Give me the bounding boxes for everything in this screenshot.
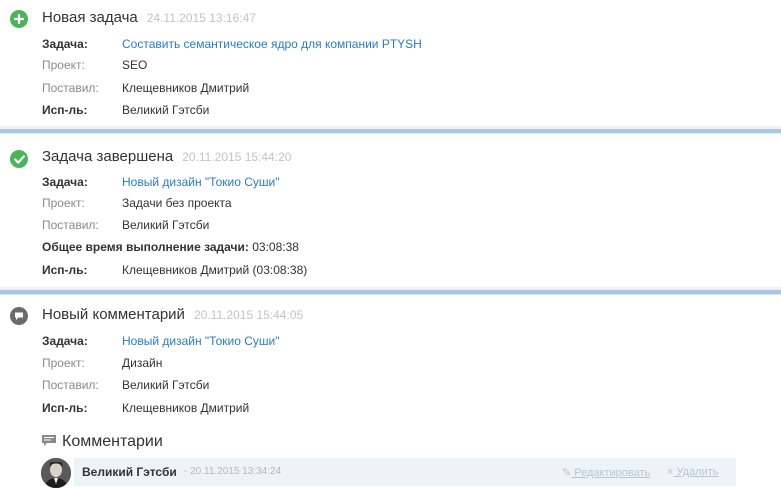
executor-label: Исп-ль: (42, 263, 88, 277)
avatar (41, 458, 71, 488)
total-time-row: Общее время выполнение задачи: 03:08:38 (42, 239, 299, 255)
assigner-value: Клещевников Дмитрий (122, 81, 250, 95)
comment-date: - 20.11.2015 13:34:24 (184, 466, 282, 477)
task-label: Задача: (42, 37, 88, 51)
comment-author: Великий Гэтсби (82, 465, 177, 479)
task-link[interactable]: Новый дизайн "Токио Суши" (122, 174, 279, 190)
comments-title: Комментарии (62, 433, 163, 450)
comments-icon (42, 434, 56, 450)
assigner-value: Великий Гэтсби (122, 218, 210, 232)
feed-item-task-completed: Задача завершена 20.11.2015 15:44:20 Зада… (0, 134, 781, 287)
feed-separator (0, 287, 781, 295)
project-value: Дизайн (122, 356, 163, 370)
feed-item-date: 24.11.2015 13:16:47 (146, 11, 256, 25)
feed-item-date: 20.11.2015 15:44:20 (182, 150, 292, 164)
executor-label: Исп-ль: (42, 401, 88, 415)
task-link[interactable]: Новый дизайн "Токио Суши" (122, 333, 279, 349)
plus-icon (10, 10, 28, 28)
delete-comment-label: Удалить (676, 466, 719, 478)
feed-item-title: Новый комментарий (42, 306, 185, 323)
comment-icon (10, 307, 28, 325)
comment-item: Великий Гэтсби - 20.11.2015 13:34:24 ✎ Р… (74, 458, 736, 486)
assigner-label: Поставил: (42, 218, 99, 232)
check-icon (10, 150, 28, 168)
executor-value: Клещевников Дмитрий (122, 401, 250, 415)
executor-value: Клещевников Дмитрий (03:08:38) (122, 263, 308, 277)
feed-item-title: Новая задача (42, 9, 138, 26)
executor-value: Великий Гэтсби (122, 103, 210, 117)
edit-comment-link[interactable]: ✎ Редактировать (562, 466, 650, 479)
executor-label: Исп-ль: (42, 103, 88, 117)
project-label: Проект: (42, 58, 85, 72)
project-label: Проект: (42, 196, 85, 210)
assigner-value: Великий Гэтсби (122, 378, 210, 392)
task-label: Задача: (42, 334, 88, 348)
assigner-label: Поставил: (42, 378, 99, 392)
delete-comment-link[interactable]: × Удалить (667, 466, 719, 478)
edit-comment-label: Редактировать (574, 467, 651, 479)
feed-item-title: Задача завершена (42, 148, 174, 165)
close-icon: × (667, 466, 674, 478)
project-value: SEO (122, 58, 148, 72)
comments-header: Комментарии (42, 433, 163, 451)
task-link[interactable]: Составить семантическое ядро для компани… (122, 36, 422, 52)
total-time-value: 03:08:38 (252, 240, 299, 254)
project-value: Задачи без проекта (122, 196, 232, 210)
feed-separator (0, 126, 781, 134)
feed-item-new-task: Новая задача 24.11.2015 13:16:47 Задача: … (0, 0, 781, 126)
total-time-label: Общее время выполнение задачи: (42, 240, 249, 254)
pencil-icon: ✎ (562, 467, 572, 479)
assigner-label: Поставил: (42, 81, 99, 95)
task-label: Задача: (42, 175, 88, 189)
project-label: Проект: (42, 356, 85, 370)
feed-item-date: 20.11.2015 15:44:05 (193, 308, 304, 322)
